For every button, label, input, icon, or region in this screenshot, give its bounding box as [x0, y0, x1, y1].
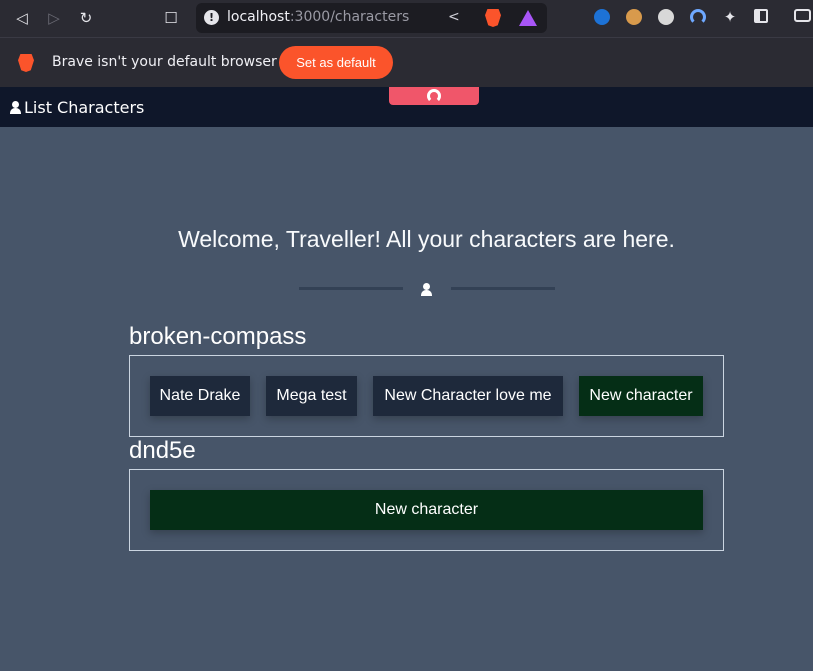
divider-user-icon	[421, 282, 432, 301]
character-group: New character	[129, 469, 724, 551]
brave-rewards-icon[interactable]	[519, 10, 537, 26]
character-button[interactable]: New Character love me	[373, 376, 563, 416]
vpn-icon	[427, 89, 441, 103]
character-button[interactable]: Nate Drake	[150, 376, 250, 416]
brave-logo-icon	[18, 54, 34, 72]
bookmark-icon[interactable]: ☐	[161, 8, 181, 28]
brave-shields-icon[interactable]	[485, 9, 501, 27]
divider-left	[299, 287, 403, 290]
extensions-puzzle-icon[interactable]: ✦	[722, 9, 738, 25]
character-button[interactable]: Mega test	[266, 376, 357, 416]
vpn-extension-icon[interactable]	[690, 9, 706, 25]
group-title: broken-compass	[129, 323, 307, 350]
banner-message: Brave isn't your default browser	[52, 54, 277, 70]
set-as-default-button[interactable]: Set as default	[279, 46, 393, 79]
cookie-extension-icon[interactable]	[626, 9, 642, 25]
reload-icon[interactable]: ↻	[76, 8, 96, 28]
divider-right	[451, 287, 555, 290]
vpn-overlay-tab[interactable]	[389, 87, 479, 105]
site-info-icon[interactable]: !	[204, 10, 219, 25]
new-character-button[interactable]: New character	[150, 490, 703, 530]
sidebar-toggle-icon[interactable]	[754, 9, 768, 23]
list-characters-link[interactable]: List Characters	[10, 98, 144, 117]
character-group: Nate Drake Mega test New Character love …	[129, 355, 724, 437]
user-icon	[10, 101, 21, 114]
new-character-button[interactable]: New character	[579, 376, 703, 416]
forward-icon[interactable]: ▷	[44, 8, 64, 28]
password-manager-extension-icon[interactable]	[594, 9, 610, 25]
share-icon[interactable]: <	[448, 9, 460, 25]
browser-toolbar: ◁ ▷ ↻ ☐ ! localhost:3000/characters < ✦	[0, 0, 813, 37]
extension-icon[interactable]	[658, 9, 674, 25]
default-browser-banner: Brave isn't your default browser Set as …	[0, 37, 813, 87]
nav-title: List Characters	[24, 98, 145, 117]
back-icon[interactable]: ◁	[12, 8, 32, 28]
address-bar[interactable]: ! localhost:3000/characters <	[196, 3, 547, 33]
group-title: dnd5e	[129, 437, 196, 464]
welcome-heading: Welcome, Traveller! All your characters …	[178, 226, 675, 252]
url-text[interactable]: localhost:3000/characters	[227, 9, 409, 25]
wallet-icon[interactable]	[794, 9, 811, 22]
